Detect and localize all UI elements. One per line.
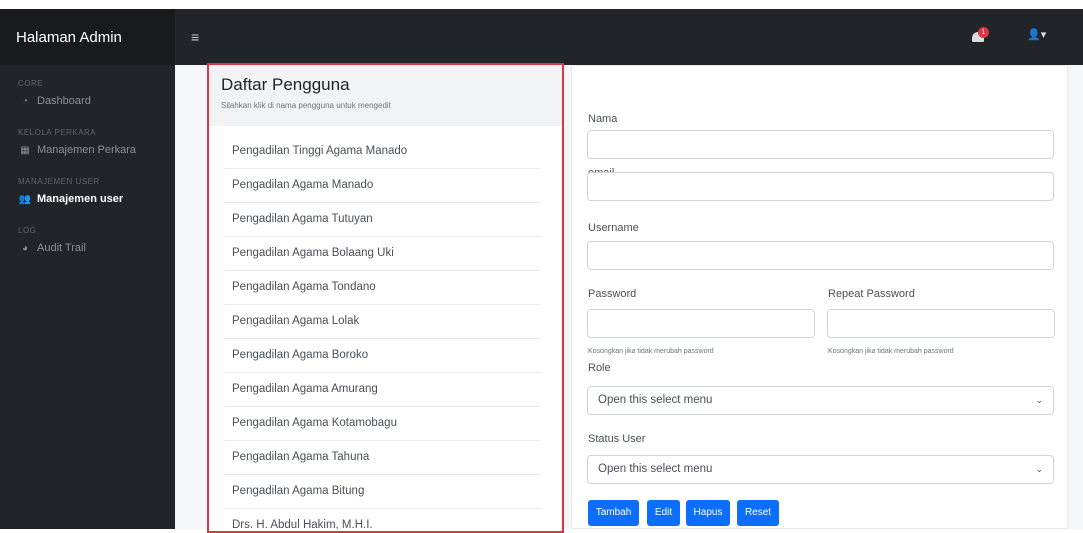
user-list: Pengadilan Tinggi Agama Manado Pengadila… bbox=[209, 126, 562, 531]
password-help-text: Kosongkan jika tidak merubah password bbox=[588, 348, 714, 355]
sidebar-item-audit-trail[interactable]: ◕ Audit Trail bbox=[0, 235, 175, 261]
sidebar-item-label: Manajemen Perkara bbox=[37, 144, 137, 156]
user-list-title: Daftar Pengguna bbox=[221, 75, 350, 94]
sidebar-item-manajemen-perkara[interactable]: ▦ Manajemen Perkara bbox=[0, 137, 175, 163]
status-user-label: Status User bbox=[588, 433, 646, 445]
user-form-card: Nama email Username Password Repeat Pass… bbox=[571, 65, 1068, 529]
role-select[interactable]: Open this select menu ⌄ bbox=[587, 386, 1054, 415]
list-item[interactable]: Pengadilan Agama Tondano bbox=[224, 271, 540, 305]
top-navbar: ≡ 1 👤▾ bbox=[175, 9, 1083, 65]
list-item[interactable]: Pengadilan Tinggi Agama Manado bbox=[224, 135, 540, 169]
list-item[interactable]: Pengadilan Agama Amurang bbox=[224, 373, 540, 407]
list-item[interactable]: Pengadilan Agama Boroko bbox=[224, 339, 540, 373]
tambah-button[interactable]: Tambah bbox=[588, 500, 639, 526]
role-select-value: Open this select menu bbox=[598, 394, 713, 406]
list-item[interactable]: Pengadilan Agama Bolaang Uki bbox=[224, 237, 540, 271]
nama-label: Nama bbox=[588, 113, 618, 125]
username-label: Username bbox=[588, 222, 639, 234]
dashboard-icon: ◔ bbox=[21, 95, 29, 107]
user-list-subtitle: Silahkan klik di nama pengguna untuk men… bbox=[221, 101, 391, 110]
sidebar-item-label: Dashboard bbox=[37, 95, 91, 107]
edit-button[interactable]: Edit bbox=[647, 500, 680, 526]
user-menu-button[interactable]: 👤▾ bbox=[1027, 28, 1046, 41]
email-input[interactable] bbox=[587, 172, 1054, 201]
sidebar-item-manajemen-user[interactable]: 👥 Manajemen user bbox=[0, 186, 175, 212]
hamburger-icon[interactable]: ≡ bbox=[191, 29, 199, 45]
caret-down-icon: ▾ bbox=[1040, 29, 1047, 41]
users-icon: 👥 bbox=[18, 193, 32, 205]
list-item[interactable]: Pengadilan Agama Manado bbox=[224, 169, 540, 203]
sidebar-heading-manajemen-user: MANAJEMEN USER bbox=[18, 177, 100, 186]
sidebar-heading-core: CORE bbox=[18, 79, 44, 88]
repeat-password-input[interactable] bbox=[827, 309, 1055, 338]
list-item[interactable]: Drs. H. Abdul Hakim, M.H.I. bbox=[224, 509, 540, 531]
repeat-password-label: Repeat Password bbox=[828, 288, 915, 300]
hapus-button[interactable]: Hapus bbox=[686, 500, 730, 526]
chevron-down-icon: ⌄ bbox=[1035, 464, 1043, 474]
password-label: Password bbox=[588, 288, 637, 300]
sidebar-item-label: Audit Trail bbox=[37, 242, 86, 254]
chevron-down-icon: ⌄ bbox=[1035, 395, 1043, 405]
user-list-header: Daftar Pengguna Silahkan klik di nama pe… bbox=[209, 65, 562, 126]
list-item[interactable]: Pengadilan Agama Lolak bbox=[224, 305, 540, 339]
notification-button[interactable]: 1 bbox=[970, 27, 989, 43]
top-strip bbox=[0, 0, 1083, 9]
sidebar-item-dashboard[interactable]: ◔ Dashboard bbox=[0, 88, 175, 114]
list-item[interactable]: Pengadilan Agama Tahuna bbox=[224, 441, 540, 475]
chart-icon: ◕ bbox=[21, 242, 29, 254]
list-item[interactable]: Pengadilan Agama Kotamobagu bbox=[224, 407, 540, 441]
reset-button[interactable]: Reset bbox=[737, 500, 779, 526]
sidebar-item-label: Manajemen user bbox=[37, 193, 124, 205]
role-label: Role bbox=[588, 362, 611, 374]
user-icon: 👤 bbox=[1027, 29, 1041, 41]
username-input[interactable] bbox=[587, 241, 1054, 270]
sidebar-heading-log: LOG bbox=[18, 226, 37, 235]
list-item[interactable]: Pengadilan Agama Bitung bbox=[224, 475, 540, 509]
list-item[interactable]: Pengadilan Agama Tutuyan bbox=[224, 203, 540, 237]
repeat-password-help-text: Kosongkan jika tidak merubah password bbox=[828, 348, 954, 355]
status-select-value: Open this select menu bbox=[598, 463, 713, 475]
status-user-select[interactable]: Open this select menu ⌄ bbox=[587, 455, 1054, 484]
notification-badge: 1 bbox=[978, 27, 989, 38]
table-icon: ▦ bbox=[20, 144, 30, 156]
sidebar-heading-kelola-perkara: KELOLA PERKARA bbox=[18, 128, 97, 137]
password-input[interactable] bbox=[587, 309, 815, 338]
user-list-card: Daftar Pengguna Silahkan klik di nama pe… bbox=[207, 63, 564, 533]
brand-title[interactable]: Halaman Admin bbox=[0, 9, 175, 65]
nama-input[interactable] bbox=[587, 130, 1054, 159]
sidebar: Halaman Admin CORE ◔ Dashboard KELOLA PE… bbox=[0, 9, 175, 529]
